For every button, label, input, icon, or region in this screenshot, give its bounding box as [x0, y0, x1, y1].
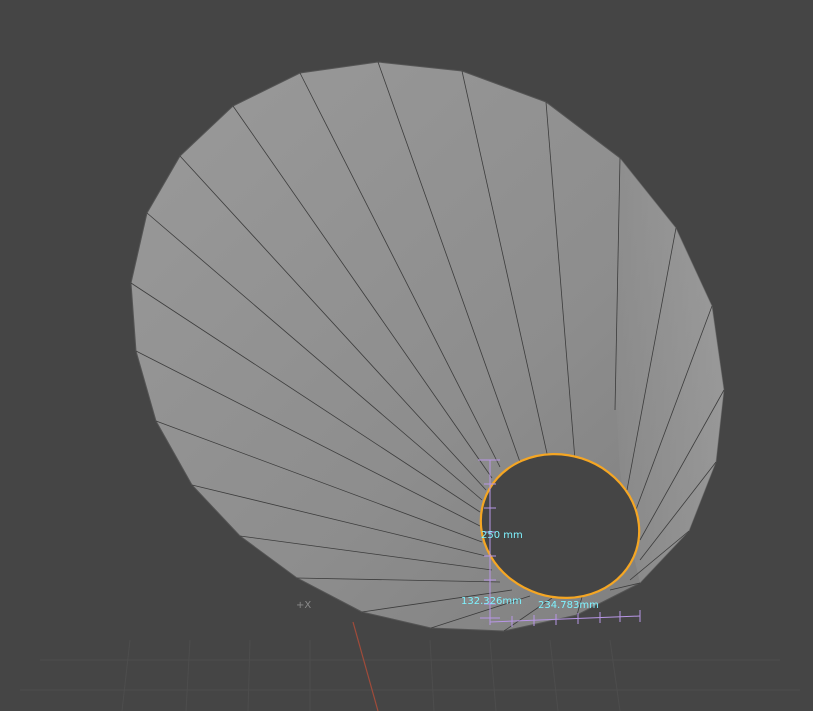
- 3d-viewport[interactable]: +X 250 mm 132.326mm 234.783mm: [0, 0, 813, 711]
- diameter-dimension-label[interactable]: 250 mm: [481, 530, 523, 542]
- offset-y-dimension-label[interactable]: 132.326mm: [461, 596, 522, 608]
- ground-grid: [20, 639, 800, 711]
- x-axis-line: [352, 621, 379, 711]
- x-axis-label: +X: [296, 600, 312, 611]
- scene-canvas[interactable]: [0, 0, 813, 711]
- offset-x-dimension-label[interactable]: 234.783mm: [538, 600, 599, 612]
